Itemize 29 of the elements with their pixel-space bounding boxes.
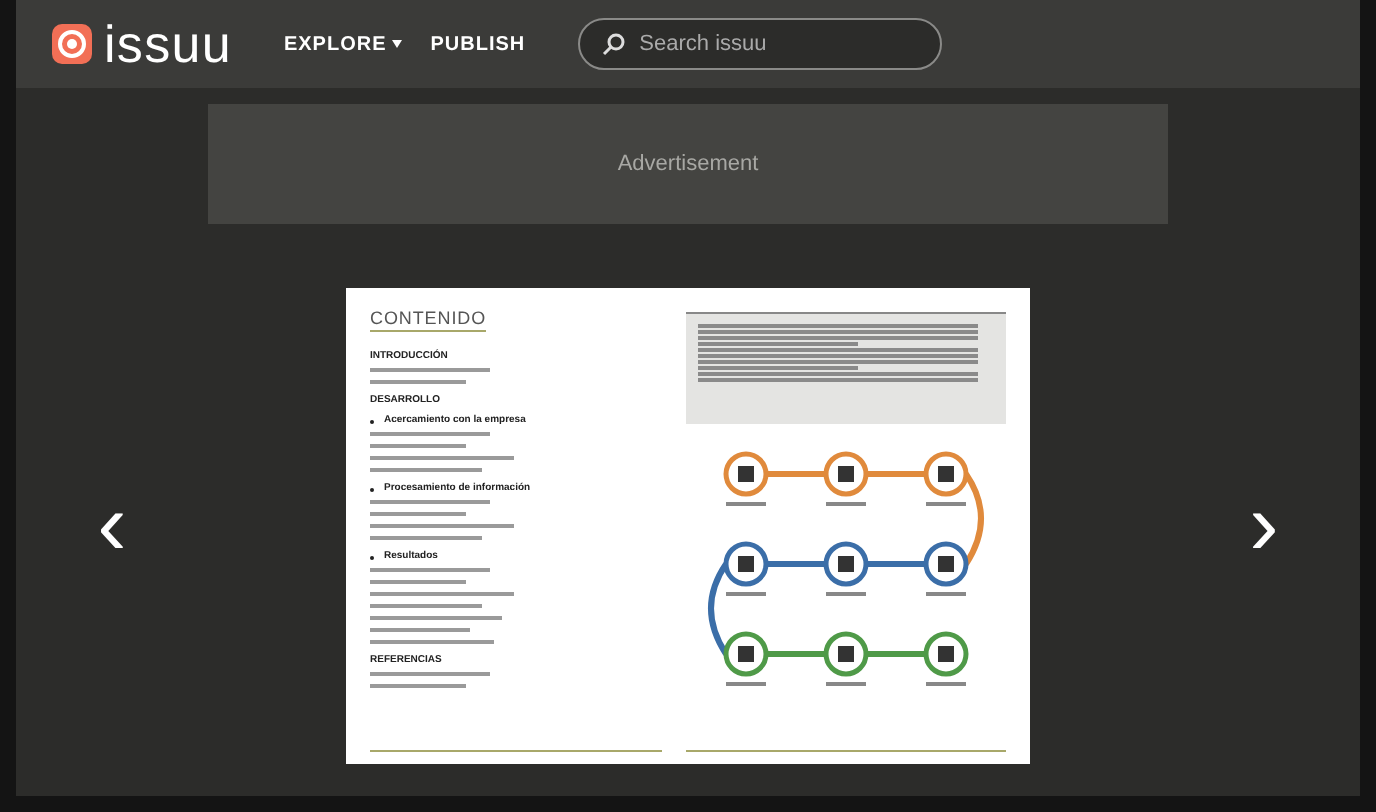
blurred-text-line (370, 380, 466, 385)
blurred-text-line (370, 604, 482, 609)
search-field[interactable]: Search issuu (577, 18, 942, 70)
search-icon (601, 32, 626, 56)
nav-link[interactable]: PUBLISH (430, 29, 526, 59)
previous-page-button[interactable]: ‹ (88, 482, 136, 570)
blurred-text-line (370, 592, 514, 597)
blurred-text-line (370, 580, 466, 585)
blurred-text-line (370, 640, 494, 645)
blurred-text-line (370, 536, 482, 541)
logo-wordmark: issuu (104, 18, 232, 70)
logo-icon (52, 24, 92, 64)
blurred-text-line (370, 524, 514, 529)
contents-title: CONTENIDO (370, 308, 487, 333)
nav-link[interactable]: EXPLORE (283, 29, 403, 59)
blurred-text-line (370, 628, 470, 633)
blurred-text-line (370, 500, 490, 505)
blurred-text-line (370, 568, 490, 573)
next-page-button[interactable]: › (1240, 482, 1288, 570)
blurred-text-line (370, 468, 482, 473)
blurred-text-line (370, 684, 466, 689)
blurred-text-line (370, 672, 490, 677)
blurred-text-line (370, 368, 490, 373)
blurred-text-line (370, 512, 466, 517)
blurred-text-line (370, 616, 502, 621)
ad-label: Advertisement (617, 149, 759, 180)
blurred-text-line (370, 432, 490, 437)
blurred-text-line (370, 444, 466, 449)
blurred-text-line (370, 456, 514, 461)
